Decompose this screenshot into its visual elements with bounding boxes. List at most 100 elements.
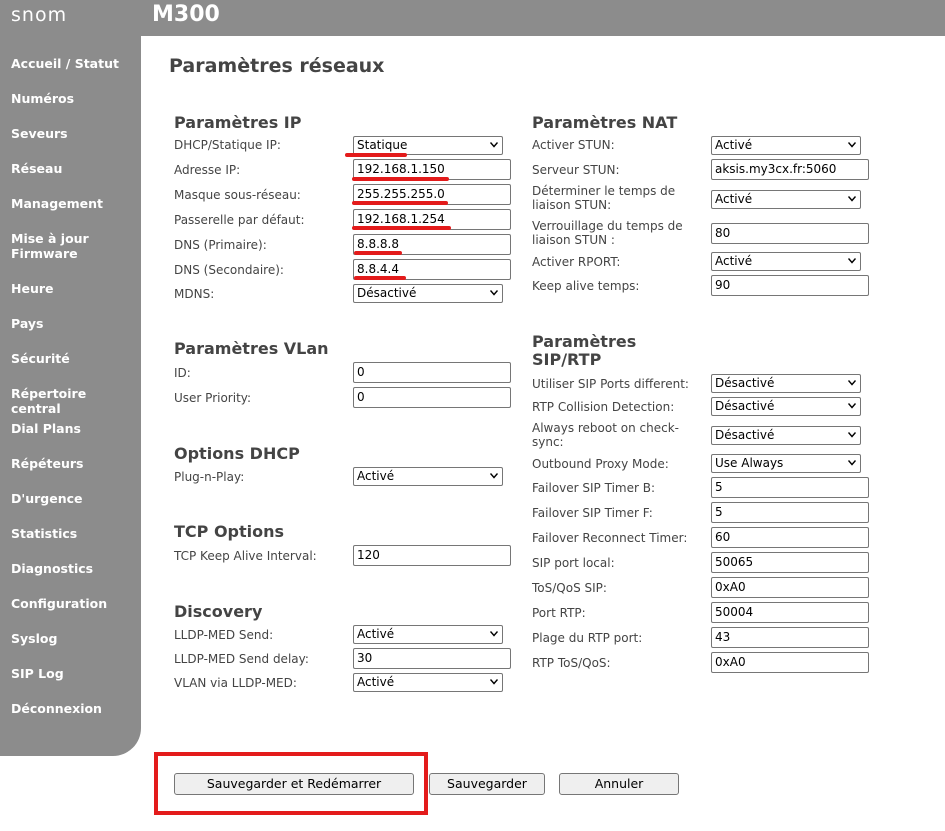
subnet-mask-label: Masque sous-réseau: <box>174 188 301 202</box>
rport-label: Activer RPORT: <box>532 255 621 269</box>
chevron-down-icon <box>848 380 856 386</box>
reconnect-timer-field[interactable]: 60 <box>711 527 869 548</box>
sidebar-item-heure[interactable]: Heure <box>11 281 139 296</box>
section-title-ip: Paramètres IP <box>174 113 302 132</box>
annotation-underline <box>352 226 451 230</box>
stun-binding-select[interactable]: Activé <box>711 190 861 209</box>
nat-keepalive-label: Keep alive temps: <box>532 279 640 293</box>
page-title: Paramètres réseaux <box>169 55 385 77</box>
tos-sip-field[interactable]: 0xA0 <box>711 577 869 598</box>
section-title-discovery: Discovery <box>174 602 263 621</box>
sip-ports-label: Utiliser SIP Ports different: <box>532 377 689 391</box>
annotation-underline <box>354 251 402 255</box>
sidebar-item-repeteurs[interactable]: Répéteurs <box>11 456 139 471</box>
rtp-range-label: Plage du RTP port: <box>532 631 643 645</box>
stun-lock-field[interactable]: 80 <box>711 223 869 244</box>
timer-b-label: Failover SIP Timer B: <box>532 481 655 495</box>
rtp-port-field[interactable]: 50004 <box>711 602 869 623</box>
rtp-collision-label: RTP Collision Detection: <box>532 400 675 414</box>
sidebar-item-diagnostics[interactable]: Diagnostics <box>11 561 139 576</box>
sidebar-nav: Accueil / Statut Numéros Seveurs Réseau … <box>0 36 141 756</box>
snom-logo: snom <box>11 4 68 26</box>
tcp-keepalive-field[interactable]: 120 <box>353 545 511 566</box>
sidebar-item-configuration[interactable]: Configuration <box>11 596 139 611</box>
sidebar-item-dial-plans[interactable]: Dial Plans <box>11 421 139 436</box>
timer-f-label: Failover SIP Timer F: <box>532 506 653 520</box>
annotation-underline <box>354 276 406 280</box>
stun-select[interactable]: Activé <box>711 136 861 155</box>
sip-ports-select[interactable]: Désactivé <box>711 374 861 393</box>
mdns-select[interactable]: Désactivé <box>353 284 503 303</box>
sidebar-item-statistics[interactable]: Statistics <box>11 526 139 541</box>
chevron-down-icon <box>490 679 498 685</box>
stun-lock-label: Verrouillage du temps de liaison STUN : <box>532 219 683 247</box>
sidebar-item-deconnexion[interactable]: Déconnexion <box>11 701 139 716</box>
section-title-sip-rtp-line1: Paramètres <box>532 332 637 351</box>
sidebar-item-securite[interactable]: Sécurité <box>11 351 139 366</box>
sidebar-item-management[interactable]: Management <box>11 196 139 211</box>
sidebar-item-firmware[interactable]: Mise à jour Firmware <box>11 231 101 261</box>
always-reboot-select[interactable]: Désactivé <box>711 426 861 445</box>
section-title-dhcp-options: Options DHCP <box>174 444 300 463</box>
lldp-delay-field[interactable]: 30 <box>353 648 511 669</box>
nat-keepalive-field[interactable]: 90 <box>711 275 869 296</box>
sidebar-item-reseau[interactable]: Réseau <box>11 161 139 176</box>
top-bar: snom M300 <box>0 0 945 36</box>
chevron-down-icon <box>848 403 856 409</box>
lldp-delay-label: LLDP-MED Send delay: <box>174 652 309 666</box>
timer-f-field[interactable]: 5 <box>711 502 869 523</box>
rtp-collision-select[interactable]: Désactivé <box>711 397 861 416</box>
chevron-down-icon <box>848 258 856 264</box>
rport-select[interactable]: Activé <box>711 252 861 271</box>
proxy-mode-select[interactable]: Use Always <box>711 454 861 473</box>
sidebar-item-urgence[interactable]: D'urgence <box>11 491 139 506</box>
stun-label: Activer STUN: <box>532 138 615 152</box>
cancel-button[interactable]: Annuler <box>559 773 679 795</box>
vlan-lldp-label: VLAN via LLDP-MED: <box>174 676 297 690</box>
sip-port-local-field[interactable]: 50065 <box>711 552 869 573</box>
rtp-tos-label: RTP ToS/QoS: <box>532 656 611 670</box>
chevron-down-icon <box>848 142 856 148</box>
user-priority-label: User Priority: <box>174 391 252 405</box>
annotation-underline <box>352 177 449 181</box>
stun-binding-label: Déterminer le temps de liaison STUN: <box>532 184 676 212</box>
sidebar-item-sip-log[interactable]: SIP Log <box>11 666 139 681</box>
gateway-label: Passerelle par défaut: <box>174 213 305 227</box>
dns-primary-label: DNS (Primaire): <box>174 238 267 252</box>
vlan-id-label: ID: <box>174 366 191 380</box>
stun-server-field[interactable]: aksis.my3cx.fr:5060 <box>711 159 869 180</box>
vlan-id-field[interactable]: 0 <box>353 362 511 383</box>
timer-b-field[interactable]: 5 <box>711 477 869 498</box>
rtp-tos-field[interactable]: 0xA0 <box>711 652 869 673</box>
lldp-send-select[interactable]: Activé <box>353 625 503 644</box>
annotation-underline <box>352 201 448 205</box>
section-title-tcp: TCP Options <box>174 522 285 541</box>
plug-n-play-label: Plug-n-Play: <box>174 470 245 484</box>
ip-address-label: Adresse IP: <box>174 163 241 177</box>
rtp-port-label: Port RTP: <box>532 606 586 620</box>
sidebar-item-pays[interactable]: Pays <box>11 316 139 331</box>
sidebar-item-repertoire[interactable]: Répertoire central <box>11 386 139 416</box>
rtp-range-field[interactable]: 43 <box>711 627 869 648</box>
save-and-restart-button[interactable]: Sauvegarder et Redémarrer <box>174 773 414 795</box>
chevron-down-icon <box>848 432 856 438</box>
chevron-down-icon <box>490 290 498 296</box>
save-button[interactable]: Sauvegarder <box>429 773 545 795</box>
dns-secondary-label: DNS (Secondaire): <box>174 263 284 277</box>
sidebar-item-accueil[interactable]: Accueil / Statut <box>11 56 139 71</box>
mdns-label: MDNS: <box>174 287 215 301</box>
sidebar-item-syslog[interactable]: Syslog <box>11 631 139 646</box>
annotation-underline <box>345 153 407 157</box>
sidebar-item-serveurs[interactable]: Seveurs <box>11 126 139 141</box>
always-reboot-label: Always reboot on check-sync: <box>532 421 679 449</box>
tos-sip-label: ToS/QoS SIP: <box>532 581 607 595</box>
chevron-down-icon <box>490 142 498 148</box>
device-model: M300 <box>152 2 220 27</box>
vlan-lldp-select[interactable]: Activé <box>353 673 503 692</box>
section-title-vlan: Paramètres VLan <box>174 339 329 358</box>
chevron-down-icon <box>490 473 498 479</box>
plug-n-play-select[interactable]: Activé <box>353 467 503 486</box>
sidebar-item-numeros[interactable]: Numéros <box>11 91 139 106</box>
user-priority-field[interactable]: 0 <box>353 387 511 408</box>
stun-server-label: Serveur STUN: <box>532 163 620 177</box>
